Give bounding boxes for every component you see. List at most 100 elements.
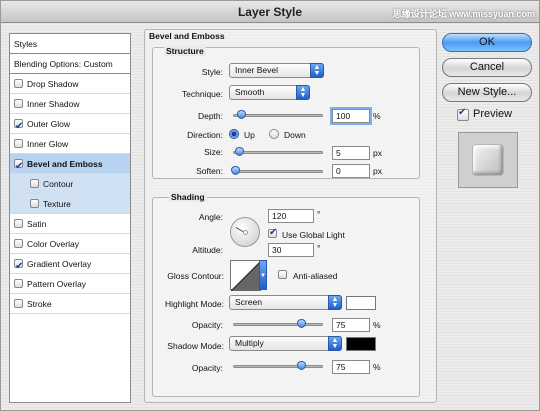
direction-down-radio[interactable] (269, 129, 279, 139)
technique-popup[interactable]: Smooth ▲ ▼ (229, 85, 310, 100)
style-checkbox[interactable] (14, 279, 23, 288)
preview-checkbox[interactable] (457, 107, 469, 121)
style-checkbox[interactable] (14, 139, 23, 148)
style-checkbox[interactable] (30, 179, 39, 188)
style-item-gradient-overlay[interactable]: Gradient Overlay (10, 254, 130, 277)
altitude-unit: ° (317, 243, 321, 253)
style-item-label: Texture (43, 199, 71, 209)
style-item-label: Inner Glow (27, 139, 69, 149)
size-slider[interactable] (233, 147, 323, 156)
shadow-mode-value: Multiply (235, 338, 264, 348)
style-item-bevel-and-emboss[interactable]: Bevel and Emboss (10, 154, 130, 177)
ok-button[interactable]: OK (442, 33, 532, 52)
style-item-label: Drop Shadow (27, 79, 79, 89)
style-item-label: Satin (27, 219, 47, 229)
popup-arrows-icon: ▲ ▼ (310, 63, 324, 78)
popup-arrows-icon: ▲ ▼ (328, 295, 342, 310)
depth-unit: % (373, 111, 381, 121)
style-checkbox[interactable] (14, 299, 23, 308)
shadow-mode-popup[interactable]: Multiply ▲ ▼ (229, 336, 342, 351)
soften-label: Soften: (196, 166, 223, 176)
style-item-satin[interactable]: Satin (10, 214, 130, 234)
angle-label: Angle: (198, 212, 223, 222)
shadow-mode-label: Shadow Mode: (167, 341, 224, 351)
highlight-mode-popup[interactable]: Screen ▲ ▼ (229, 295, 342, 310)
style-item-label: Bevel and Emboss (27, 159, 103, 169)
angle-unit: ° (317, 209, 321, 219)
style-checkbox[interactable] (14, 219, 23, 228)
title-bar: Layer Style 思缘设计论坛 www.missyuan.com (1, 1, 539, 23)
watermark-text: 思缘设计论坛 www.missyuan.com (392, 9, 535, 19)
styles-header[interactable]: Styles (10, 34, 130, 54)
preview-label: Preview (473, 108, 513, 120)
anti-aliased-label: Anti-aliased (293, 271, 338, 281)
style-item-color-overlay[interactable]: Color Overlay (10, 234, 130, 254)
style-item-outer-glow[interactable]: Outer Glow (10, 114, 130, 137)
style-item-pattern-overlay[interactable]: Pattern Overlay (10, 274, 130, 294)
direction-label: Direction: (187, 130, 223, 140)
size-field[interactable]: 5 (332, 146, 370, 160)
highlight-opacity-field[interactable]: 75 (332, 318, 370, 332)
shadow-opacity-label: Opacity: (191, 363, 223, 373)
global-light-label: Use Global Light (282, 230, 345, 240)
gloss-contour-preview[interactable] (230, 260, 262, 292)
highlight-opacity-slider[interactable] (233, 319, 323, 328)
style-item-label: Gradient Overlay (27, 259, 92, 269)
style-popup[interactable]: Inner Bevel ▲ ▼ (229, 63, 324, 78)
angle-center-dot (243, 230, 248, 235)
style-checkbox[interactable] (30, 199, 39, 208)
technique-popup-value: Smooth (235, 87, 265, 97)
style-item-stroke[interactable]: Stroke (10, 294, 130, 314)
soften-slider[interactable] (231, 166, 323, 175)
highlight-mode-value: Screen (235, 297, 262, 307)
style-checkbox[interactable] (14, 157, 23, 177)
shadow-opacity-field[interactable]: 75 (332, 360, 370, 374)
shading-title: Shading (169, 192, 207, 202)
style-checkbox[interactable] (14, 99, 23, 108)
contour-curve-icon (230, 260, 262, 292)
bevel-emboss-title: Bevel and Emboss (149, 31, 225, 41)
soften-field[interactable]: 0 (332, 164, 370, 178)
style-popup-value: Inner Bevel (235, 65, 278, 75)
angle-dial[interactable] (230, 217, 260, 247)
altitude-label: Altitude: (192, 245, 223, 255)
style-item-contour[interactable]: Contour (10, 174, 130, 194)
direction-down-label: Down (284, 130, 306, 140)
style-checkbox[interactable] (14, 257, 23, 277)
global-light-checkbox[interactable] (268, 227, 277, 238)
style-item-label: Stroke (27, 299, 52, 309)
style-checkbox[interactable] (14, 117, 23, 137)
soften-unit: px (373, 166, 382, 176)
cancel-button[interactable]: Cancel (442, 58, 532, 77)
style-item-inner-glow[interactable]: Inner Glow (10, 134, 130, 154)
depth-field[interactable]: 100 (332, 109, 370, 123)
style-item-drop-shadow[interactable]: Drop Shadow (10, 74, 130, 94)
direction-up-radio[interactable] (229, 129, 239, 139)
style-item-label: Inner Shadow (27, 99, 80, 109)
contour-dropdown-arrow-icon[interactable]: ▼ (259, 260, 267, 290)
style-checkbox[interactable] (14, 239, 23, 248)
gloss-contour-label: Gloss Contour: (167, 271, 224, 281)
shadow-opacity-slider[interactable] (233, 361, 323, 370)
style-item-texture[interactable]: Texture (10, 194, 130, 214)
style-item-label: Pattern Overlay (27, 279, 87, 289)
style-item-label: Contour (43, 179, 74, 189)
style-preview-swatch (473, 145, 503, 175)
style-item-inner-shadow[interactable]: Inner Shadow (10, 94, 130, 114)
style-checkbox[interactable] (14, 79, 23, 88)
depth-slider[interactable] (233, 110, 323, 119)
layer-style-window: Layer Style 思缘设计论坛 www.missyuan.com Styl… (0, 0, 540, 411)
angle-field[interactable]: 120 (268, 209, 314, 223)
new-style-button[interactable]: New Style... (442, 83, 532, 102)
direction-up-label: Up (244, 130, 255, 140)
size-label: Size: (204, 147, 223, 157)
popup-arrows-icon: ▲ ▼ (296, 85, 310, 100)
highlight-opacity-unit: % (373, 320, 381, 330)
structure-title: Structure (164, 46, 206, 56)
highlight-color-swatch[interactable] (346, 296, 376, 310)
shadow-color-swatch[interactable] (346, 337, 376, 351)
altitude-field[interactable]: 30 (268, 243, 314, 257)
blending-options-item[interactable]: Blending Options: Custom (10, 54, 130, 74)
styles-list: Styles Blending Options: Custom Drop Sha… (9, 33, 131, 403)
anti-aliased-checkbox[interactable] (278, 270, 287, 279)
